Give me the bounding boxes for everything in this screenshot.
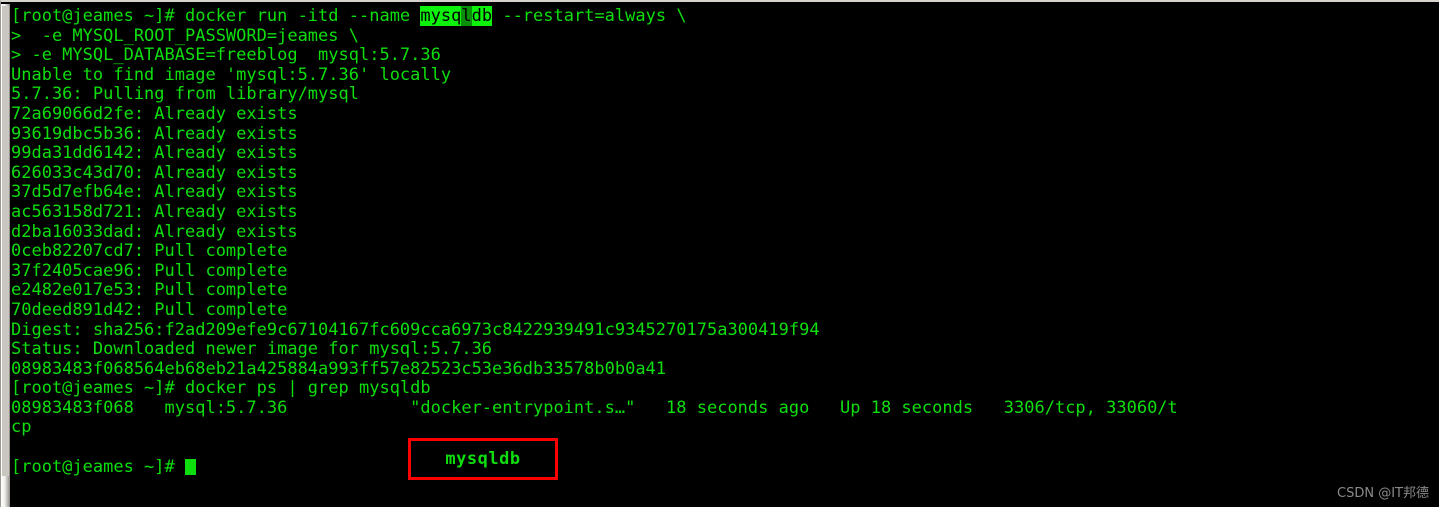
terminal-line-final-prompt: [root@jeames ~]# — [11, 456, 1439, 478]
terminal-line-command-ps: [root@jeames ~]# docker ps | grep mysqld… — [11, 378, 431, 399]
terminal-line-ps-row-wrap: cp — [11, 417, 32, 438]
terminal-line-layer-10: e2482e017e53: Pull complete — [11, 280, 288, 301]
highlight-cursor-cell: l — [461, 6, 472, 26]
terminal-line-layer-5: 37d5d7efb64e: Already exists — [11, 182, 298, 203]
terminal-line-command-run: [root@jeames ~]# docker run -itd --name … — [11, 6, 1439, 27]
terminal-line-layer-2: 93619dbc5b36: Already exists — [11, 123, 298, 144]
terminal-line-layer-9: 37f2405cae96: Pull complete — [11, 260, 288, 281]
scrollbar-thumb[interactable] — [2, 6, 9, 476]
terminal-line-cont-database: > -e MYSQL_DATABASE=freeblog mysql:5.7.3… — [11, 45, 441, 66]
terminal-line-layer-3: 99da31dd6142: Already exists — [11, 143, 298, 164]
terminal-line-pulling: 5.7.36: Pulling from library/mysql — [11, 84, 359, 105]
terminal-line-layer-11: 70deed891d42: Pull complete — [11, 299, 288, 320]
highlight-text-after: db — [471, 6, 493, 26]
terminal-screen[interactable]: [root@jeames ~]# docker run -itd --name … — [11, 4, 1439, 507]
terminal-cursor — [185, 458, 196, 475]
annotation-label: mysqldb — [445, 449, 521, 469]
terminal-line-cont-password: > -e MYSQL_ROOT_PASSWORD=jeames \ — [11, 25, 359, 46]
terminal-line-container-id: 08983483f068564eb68eb21a425884a993ff57e8… — [11, 358, 667, 379]
terminal-line-layer-4: 626033c43d70: Already exists — [11, 162, 298, 183]
terminal-line-unable-to-find: Unable to find image 'mysql:5.7.36' loca… — [11, 64, 452, 85]
watermark-text: CSDN @IT邦德 — [1337, 486, 1429, 501]
command-suffix: --restart=always \ — [492, 6, 687, 26]
terminal-line-status: Status: Downloaded newer image for mysql… — [11, 339, 493, 360]
terminal-line-digest: Digest: sha256:f2ad209efe9c67104167fc609… — [11, 319, 820, 340]
highlight-text-before: mysq — [420, 6, 462, 26]
terminal-scrollbar[interactable] — [1, 4, 10, 507]
terminal-window: [root@jeames ~]# docker run -itd --name … — [0, 0, 1439, 507]
terminal-line-layer-1: 72a69066d2fe: Already exists — [11, 103, 298, 124]
terminal-line-layer-6: ac563158d721: Already exists — [11, 201, 298, 222]
annotation-callout-box: mysqldb — [408, 438, 558, 480]
command-prefix: [root@jeames ~]# docker run -itd --name — [11, 6, 421, 26]
terminal-line-layer-8: 0ceb82207cd7: Pull complete — [11, 241, 288, 262]
terminal-line-layer-7: d2ba16033dad: Already exists — [11, 221, 298, 242]
highlighted-container-name: mysqldb — [420, 6, 493, 26]
terminal-line-ps-row: 08983483f068 mysql:5.7.36 "docker-entryp… — [11, 397, 1178, 418]
final-prompt-text: [root@jeames ~]# — [11, 456, 185, 477]
